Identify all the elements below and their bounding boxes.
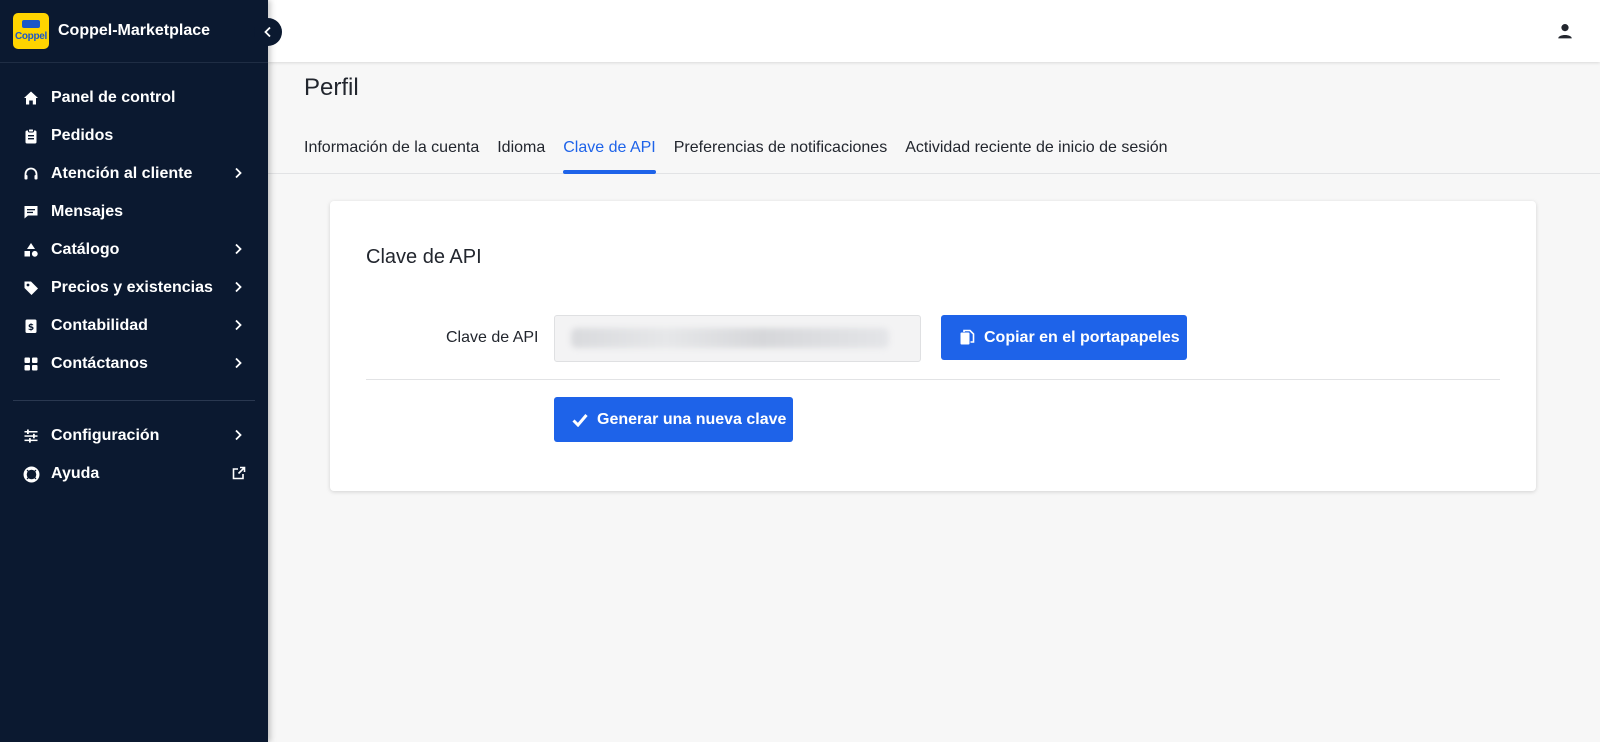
lifebuoy-icon [22,465,40,483]
clipboard-icon [22,127,40,145]
brand[interactable]: Coppel Coppel-Marketplace [0,0,268,63]
tab-clave-de-api[interactable]: Clave de API [563,124,656,174]
chevron-right-icon [235,281,242,293]
sidebar-item-pedidos[interactable]: Pedidos [0,117,268,155]
home-icon [22,89,40,107]
chevron-right-icon [235,357,242,369]
copy-icon [959,329,975,346]
message-icon [22,203,40,221]
user-icon[interactable] [1556,22,1574,40]
api-key-value-hidden [571,328,889,348]
api-key-card: Clave de API Clave de API Copiar en el p… [330,201,1536,491]
sidebar-item-ayuda[interactable]: Ayuda [0,455,268,493]
profile-tabs: Información de la cuenta Idioma Clave de… [268,124,1600,174]
sidebar-item-label: Contabilidad [51,317,148,334]
tag-icon [22,279,40,297]
sidebar-item-label: Contáctanos [51,355,148,372]
generate-button-label: Generar una nueva clave [597,410,787,428]
sidebar-item-label: Catálogo [51,241,120,258]
chevron-left-icon [264,26,271,38]
collapse-sidebar-button[interactable] [254,18,282,46]
sidebar-item-catalogo[interactable]: Catálogo [0,231,268,269]
sidebar-item-precios-y-existencias[interactable]: Precios y existencias [0,269,268,307]
sidebar-item-contactanos[interactable]: Contáctanos [0,345,268,383]
sidebar-item-label: Configuración [51,427,160,444]
sidebar-item-label: Atención al cliente [51,165,193,182]
svg-text:$: $ [28,323,34,333]
api-key-label: Clave de API [446,329,539,346]
app-name: Coppel-Marketplace [58,22,211,39]
page-title: Perfil [304,74,359,101]
headset-icon [22,165,40,183]
tab-actividad-reciente[interactable]: Actividad reciente de inicio de sesión [905,124,1167,174]
sidebar-item-label: Mensajes [51,203,124,220]
sidebar-item-atencion-al-cliente[interactable]: Atención al cliente [0,155,268,193]
sidebar-item-panel-de-control[interactable]: Panel de control [0,79,268,117]
sidebar-item-label: Ayuda [51,465,100,482]
copy-to-clipboard-button[interactable]: Copiar en el portapapeles [941,315,1187,360]
tab-preferencias-de-notificaciones[interactable]: Preferencias de notificaciones [674,124,887,174]
card-divider [366,379,1500,380]
shapes-icon [22,241,40,259]
tab-idioma[interactable]: Idioma [497,124,545,174]
chevron-right-icon [235,167,242,179]
sidebar: Coppel Coppel-Marketplace Panel de contr… [0,0,268,742]
sidebar-divider [13,400,255,401]
sidebar-nav: Panel de control Pedidos Atención al cli… [0,63,268,493]
invoice-icon: $ [22,317,40,335]
card-title: Clave de API [366,246,482,268]
logo-text: Coppel [14,31,48,42]
check-icon [572,413,588,427]
sidebar-item-configuracion[interactable]: Configuración [0,417,268,455]
generate-new-key-button[interactable]: Generar una nueva clave [554,397,793,442]
main-content: Perfil Información de la cuenta Idioma C… [268,62,1600,742]
sidebar-item-mensajes[interactable]: Mensajes [0,193,268,231]
chevron-right-icon [235,319,242,331]
sidebar-item-label: Pedidos [51,127,114,144]
tab-informacion-de-la-cuenta[interactable]: Información de la cuenta [304,124,479,174]
api-key-field[interactable] [554,315,921,362]
chevron-right-icon [235,243,242,255]
coppel-logo: Coppel [13,13,49,49]
sliders-icon [22,427,40,445]
external-link-icon [232,466,246,480]
top-bar [268,0,1600,62]
sidebar-item-label: Panel de control [51,89,176,106]
copy-button-label: Copiar en el portapapeles [984,328,1180,346]
sidebar-item-contabilidad[interactable]: $ Contabilidad [0,307,268,345]
grid-icon [22,355,40,373]
sidebar-item-label: Precios y existencias [51,279,213,296]
chevron-right-icon [235,429,242,441]
